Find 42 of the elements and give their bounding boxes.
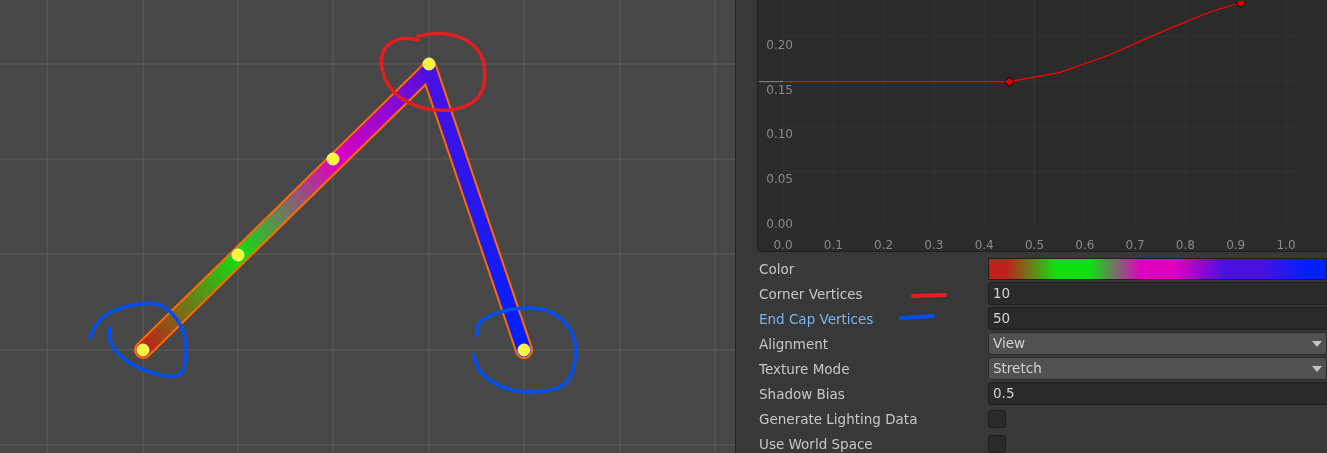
- property-label: Shadow Bias: [759, 385, 846, 402]
- curve-editor[interactable]: 0.00 0.05 0.10 0.15 0.20 0.0 0.1 0.2 0.3 0.4 0.5 0.6 0.7 0.8 0.9 1.0: [757, 0, 1327, 252]
- axis-label: 0.2: [874, 238, 894, 252]
- property-label: Color: [759, 260, 796, 277]
- dropdown[interactable]: Stretch: [988, 357, 1327, 380]
- axis-label: 0.00: [766, 217, 793, 231]
- axis-label: 0.10: [766, 127, 793, 142]
- checkbox[interactable]: [988, 409, 1006, 428]
- axis-label: 0.3: [924, 238, 944, 252]
- point-handle[interactable]: [326, 152, 340, 166]
- property-label: Texture Mode: [759, 360, 851, 377]
- axis-label: 1.0: [1276, 238, 1296, 252]
- axis-label: 0.1: [823, 238, 843, 252]
- axis-label: 0.05: [766, 172, 793, 187]
- axis-label: 0.6: [1075, 238, 1095, 252]
- axis-label: 0.15: [766, 82, 793, 97]
- property-label: Corner Vertices: [759, 285, 864, 302]
- curve-key[interactable]: [1003, 76, 1015, 88]
- point-handle[interactable]: [136, 343, 150, 357]
- property-label: Generate Lighting Data: [759, 410, 919, 427]
- property-label: End Cap Vertices: [759, 310, 875, 327]
- point-handle[interactable]: [517, 343, 531, 357]
- number-field[interactable]: 0.5: [988, 382, 1327, 405]
- property-label: Use World Space: [759, 435, 874, 452]
- axis-label: 0.20: [766, 37, 793, 52]
- axis-label: 0.0: [773, 238, 793, 252]
- property-label: Alignment: [759, 335, 830, 352]
- number-field[interactable]: 10: [988, 282, 1327, 305]
- axis-label: 0.5: [1024, 238, 1045, 252]
- caret-icon: [1312, 365, 1322, 372]
- dropdown[interactable]: View: [988, 332, 1327, 355]
- axis-label: 0.8: [1175, 238, 1195, 252]
- point-handle[interactable]: [231, 248, 245, 262]
- number-field[interactable]: 50: [988, 307, 1327, 330]
- point-handle[interactable]: [422, 57, 436, 71]
- axis-label: 0.9: [1226, 238, 1246, 252]
- axis-label: 0.4: [974, 238, 994, 252]
- caret-icon: [1312, 340, 1322, 347]
- curve-key[interactable]: [1235, 1, 1247, 9]
- checkbox[interactable]: [988, 434, 1006, 453]
- axis-label: 0.7: [1125, 238, 1145, 252]
- gradient-field[interactable]: [988, 257, 1327, 280]
